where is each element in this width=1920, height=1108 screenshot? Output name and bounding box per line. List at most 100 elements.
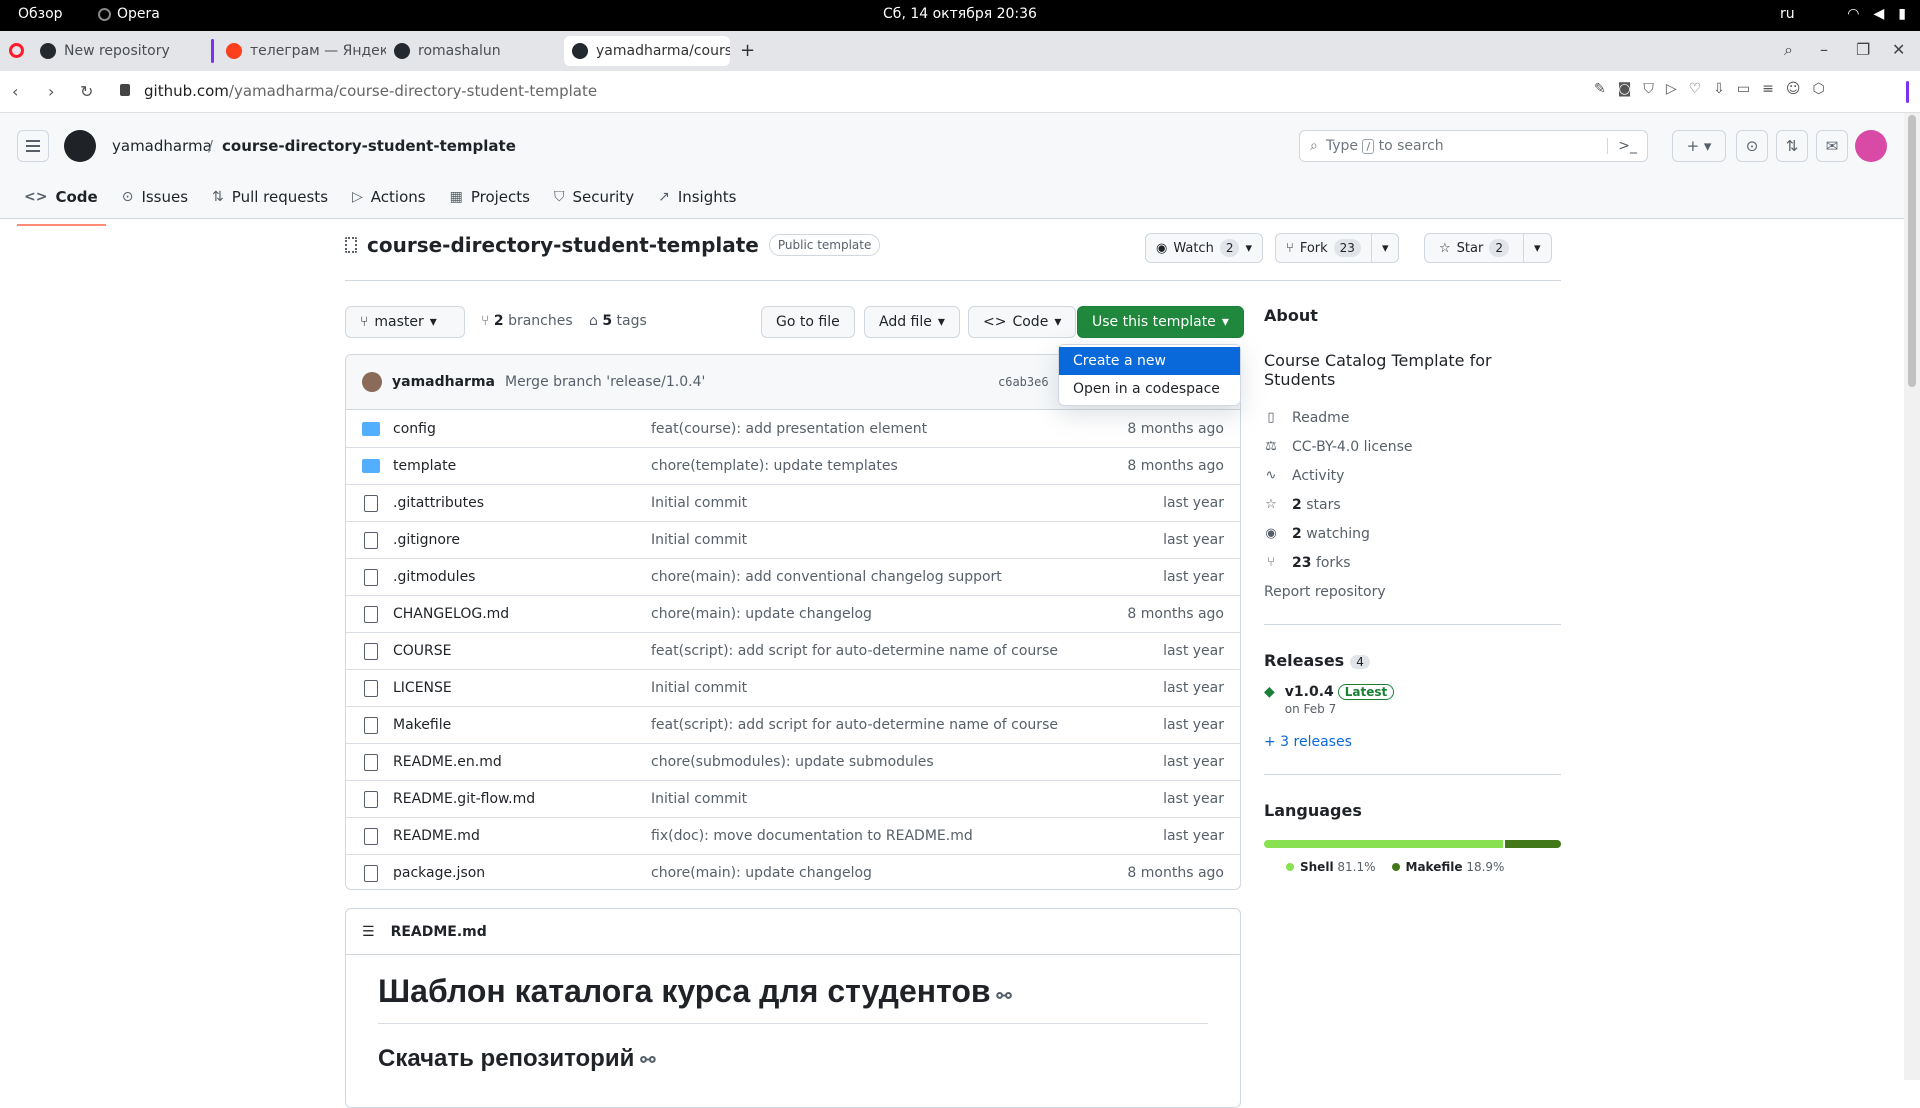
maximize-button[interactable]: ❐ xyxy=(1856,40,1870,59)
breadcrumb-owner[interactable]: yamadharma xyxy=(112,137,212,155)
menu-icon[interactable]: ≡ xyxy=(1762,81,1774,97)
menu-item-open-codespace[interactable]: Open in a codespace xyxy=(1059,375,1240,403)
browser-tab-romashalun[interactable]: romashalun xyxy=(386,36,556,66)
camera-icon[interactable]: ◙ xyxy=(1618,81,1632,97)
page-title[interactable]: course-directory-student-template xyxy=(367,233,759,257)
file-commit-message[interactable]: chore(main): add conventional changelog … xyxy=(651,569,1002,585)
file-name-link[interactable]: config xyxy=(393,421,436,437)
file-name-link[interactable]: package.json xyxy=(393,865,485,881)
file-name-link[interactable]: .gitattributes xyxy=(393,495,484,511)
url-field[interactable]: github.com/yamadharma/course-directory-s… xyxy=(144,82,597,100)
tab-insights[interactable]: ↗ Insights xyxy=(646,182,748,212)
profile-icon[interactable]: ☺ xyxy=(1786,81,1801,97)
file-name-link[interactable]: README.md xyxy=(393,828,480,844)
branches-link[interactable]: ⑂ 2 branches xyxy=(481,313,573,329)
forks-link[interactable]: ⑂ 23 forks xyxy=(1264,548,1561,577)
code-button[interactable]: <> Code ▾ xyxy=(968,306,1077,338)
more-releases-link[interactable]: + 3 releases xyxy=(1264,734,1561,750)
releases-heading[interactable]: Releases 4 xyxy=(1264,651,1561,670)
os-clock[interactable]: Сб, 14 октября 20:36 xyxy=(0,6,1920,22)
heart-icon[interactable]: ♡ xyxy=(1689,81,1702,97)
commit-author[interactable]: yamadharma xyxy=(392,374,495,390)
scrollbar-thumb[interactable] xyxy=(1908,115,1916,387)
create-new-button[interactable]: + ▾ xyxy=(1672,130,1726,162)
forward-button[interactable]: › xyxy=(48,82,54,101)
file-commit-message[interactable]: chore(main): update changelog xyxy=(651,865,872,881)
minimize-button[interactable]: – xyxy=(1820,40,1828,59)
fork-button[interactable]: ⑂ Fork 23 ▾ xyxy=(1275,233,1400,263)
github-logo-icon[interactable] xyxy=(64,130,96,162)
tab-actions[interactable]: ▷ Actions xyxy=(340,182,438,212)
file-name-link[interactable]: .gitignore xyxy=(393,532,460,548)
new-tab-button[interactable]: + xyxy=(740,40,755,61)
link-icon[interactable]: ⚯ xyxy=(997,986,1012,1006)
opera-menu-icon[interactable] xyxy=(9,43,24,58)
os-keyboard-layout[interactable]: ru xyxy=(1780,6,1795,22)
tab-code[interactable]: <> Code xyxy=(17,182,110,226)
file-name-link[interactable]: .gitmodules xyxy=(393,569,475,585)
watch-button[interactable]: ◉ Watch 2 ▾ xyxy=(1145,233,1263,263)
file-name-link[interactable]: Makefile xyxy=(393,717,451,733)
activity-link[interactable]: ∿ Activity xyxy=(1264,461,1561,490)
tab-security[interactable]: ⛉ Security xyxy=(542,182,646,212)
play-icon[interactable]: ▷ xyxy=(1666,81,1677,97)
license-link[interactable]: ⚖ CC-BY-4.0 license xyxy=(1264,432,1561,461)
download-icon[interactable]: ⇩ xyxy=(1713,81,1725,97)
file-name-link[interactable]: COURSE xyxy=(393,643,452,659)
file-commit-message[interactable]: chore(submodules): update submodules xyxy=(651,754,934,770)
browser-tab-new-repository[interactable]: New repository xyxy=(32,36,200,66)
language-item-shell[interactable]: Shell 81.1% xyxy=(1286,860,1376,874)
reload-button[interactable]: ↻ xyxy=(80,82,93,101)
commit-message[interactable]: Merge branch 'release/1.0.4' xyxy=(505,374,705,390)
use-template-button[interactable]: Use this template ▾ xyxy=(1077,306,1244,338)
branch-select[interactable]: ⑂ master ▾ xyxy=(345,306,465,338)
file-commit-message[interactable]: Initial commit xyxy=(651,495,747,511)
file-commit-message[interactable]: Initial commit xyxy=(651,791,747,807)
pull-requests-button[interactable]: ⇅ xyxy=(1776,130,1808,162)
file-commit-message[interactable]: feat(script): add script for auto-determ… xyxy=(651,717,1058,733)
browser-tab-telegram[interactable]: телеграм — Яндекс xyxy=(218,36,386,66)
file-commit-message[interactable]: Initial commit xyxy=(651,680,747,696)
lock-icon[interactable] xyxy=(120,84,130,96)
file-commit-message[interactable]: feat(script): add script for auto-determ… xyxy=(651,643,1058,659)
readme-link[interactable]: ▯ Readme xyxy=(1264,403,1561,432)
file-commit-message[interactable]: Initial commit xyxy=(651,532,747,548)
file-name-link[interactable]: LICENSE xyxy=(393,680,452,696)
extensions-icon[interactable]: ⬡ xyxy=(1812,81,1824,97)
search-input[interactable]: ⌕ Type / to search >_ xyxy=(1299,130,1648,162)
file-name-link[interactable]: template xyxy=(393,458,456,474)
tab-issues[interactable]: ⊙ Issues xyxy=(110,182,200,212)
file-commit-message[interactable]: fix(doc): move documentation to README.m… xyxy=(651,828,973,844)
add-file-button[interactable]: Add file ▾ xyxy=(864,306,960,338)
language-item-makefile[interactable]: Makefile 18.9% xyxy=(1391,860,1504,874)
edit-icon[interactable]: ✎ xyxy=(1594,81,1606,97)
page-scrollbar[interactable] xyxy=(1904,113,1920,1080)
os-system-tray[interactable]: ◠ ◀ ▮ xyxy=(1847,6,1906,22)
report-repository-link[interactable]: Report repository xyxy=(1264,577,1561,606)
link-icon[interactable]: ⚯ xyxy=(640,1050,655,1070)
search-tabs-icon[interactable]: ⌕ xyxy=(1784,40,1793,60)
command-palette-icon[interactable]: >_ xyxy=(1607,138,1637,154)
breadcrumb-repo[interactable]: course-directory-student-template xyxy=(222,137,516,155)
menu-item-create-repository[interactable]: Create a new repository xyxy=(1059,347,1240,397)
watching-link[interactable]: ◉ 2 watching xyxy=(1264,519,1561,548)
tab-pull-requests[interactable]: ⇅ Pull requests xyxy=(200,182,340,212)
commit-author-avatar[interactable] xyxy=(362,372,382,392)
file-commit-message[interactable]: chore(template): update templates xyxy=(651,458,898,474)
go-to-file-button[interactable]: Go to file xyxy=(761,306,855,338)
inbox-button[interactable]: ✉ xyxy=(1816,130,1848,162)
latest-release[interactable]: ◆ v1.0.4 Latest on Feb 7 xyxy=(1264,684,1561,716)
star-button[interactable]: ☆ Star 2 ▾ xyxy=(1424,233,1552,263)
tab-projects[interactable]: ▦ Projects xyxy=(438,182,542,212)
fork-dropdown-button[interactable]: ▾ xyxy=(1370,234,1399,262)
commit-sha[interactable]: c6ab3e6 xyxy=(998,375,1049,389)
close-window-button[interactable]: ✕ xyxy=(1892,40,1905,59)
hamburger-menu-button[interactable] xyxy=(17,130,49,162)
file-name-link[interactable]: README.git-flow.md xyxy=(393,791,535,807)
issues-button[interactable]: ⊙ xyxy=(1736,130,1768,162)
list-icon[interactable]: ☰ xyxy=(362,924,375,940)
browser-tab-active[interactable]: yamadharma/course- xyxy=(564,36,730,66)
stars-link[interactable]: ☆ 2 stars xyxy=(1264,490,1561,519)
wallet-icon[interactable]: ▭ xyxy=(1737,81,1750,97)
back-button[interactable]: ‹ xyxy=(12,82,18,101)
